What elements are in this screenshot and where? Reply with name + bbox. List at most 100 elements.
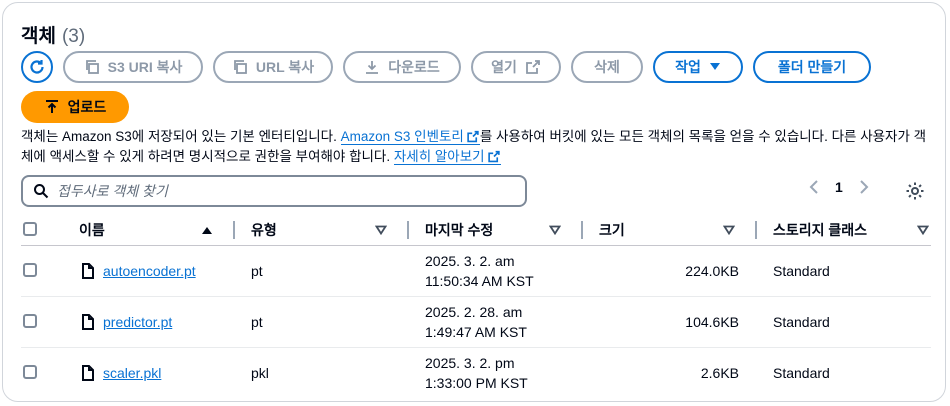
column-divider[interactable] — [223, 221, 235, 239]
name-cell: predictor.pt — [63, 296, 235, 348]
modified-cell: 2025. 2. 28. am 1:49:47 AM KST — [409, 296, 583, 348]
copy-url-button[interactable]: URL 복사 — [213, 51, 333, 83]
size-cell: 224.0KB — [583, 245, 757, 297]
column-divider[interactable] — [397, 221, 409, 239]
size-cell: 104.6KB — [583, 296, 757, 348]
upload-label: 업로드 — [67, 99, 107, 115]
row-checkbox[interactable] — [23, 364, 37, 379]
actions-dropdown[interactable]: 작업 — [653, 51, 743, 83]
modified-time: 1:49:47 AM KST — [425, 324, 527, 340]
column-header-size[interactable]: 크기 — [583, 215, 757, 246]
column-header-storage-class[interactable]: 스토리지 클래스 — [757, 215, 931, 246]
sort-icon — [917, 225, 929, 235]
column-divider[interactable] — [571, 221, 583, 239]
column-header-modified[interactable]: 마지막 수정 — [409, 215, 583, 246]
modified-date: 2025. 2. 28. am — [425, 304, 523, 320]
row-select-cell — [21, 245, 63, 297]
pagination: 1 — [809, 179, 869, 195]
external-link-icon — [525, 60, 540, 74]
table-row[interactable]: autoencoder.pt pt 2025. 3. 2. am 11:50:34… — [21, 245, 931, 297]
objects-table: 이름 유형 마지막 수정 크기 스토리지 클래스 autoencoder.pt … — [21, 215, 931, 399]
current-page[interactable]: 1 — [835, 179, 843, 195]
column-name-label: 이름 — [79, 222, 105, 238]
search-icon — [34, 184, 49, 199]
learn-more-label: 자세히 알아보기 — [393, 149, 485, 164]
inventory-link-label: Amazon S3 인벤토리 — [340, 129, 464, 144]
create-folder-button[interactable]: 폴더 만들기 — [753, 51, 871, 83]
column-divider[interactable] — [745, 221, 757, 239]
size-cell: 2.6KB — [700, 365, 739, 382]
search-box — [21, 175, 527, 207]
caret-down-icon — [709, 63, 720, 70]
upload-icon — [45, 100, 58, 113]
table-row[interactable]: scaler.pkl pkl 2025. 3. 2. pm 1:33:00 PM … — [21, 348, 931, 399]
object-link[interactable]: scaler.pkl — [103, 365, 161, 381]
actions-label: 작업 — [675, 59, 701, 75]
download-icon — [366, 61, 379, 74]
copy-url-label: URL 복사 — [255, 59, 315, 75]
select-all-cell — [21, 215, 63, 246]
copy-icon — [234, 60, 247, 74]
copy-icon — [85, 60, 99, 74]
column-header-name[interactable]: 이름 — [63, 215, 235, 246]
learn-more-link[interactable]: 자세히 알아보기 — [393, 149, 501, 165]
row-checkbox[interactable] — [23, 313, 37, 328]
file-icon — [82, 263, 94, 279]
delete-button[interactable]: 삭제 — [571, 51, 643, 83]
sort-icon — [375, 225, 387, 235]
type-cell: pt — [235, 296, 409, 348]
download-button[interactable]: 다운로드 — [343, 51, 461, 83]
storage-class-cell: Standard — [757, 296, 931, 348]
row-select-cell — [21, 348, 63, 399]
title-label: 객체 — [21, 26, 56, 47]
chevron-left-icon[interactable] — [809, 180, 819, 194]
name-cell: scaler.pkl — [63, 348, 235, 399]
select-all-checkbox[interactable] — [23, 221, 37, 236]
modified-time: 11:50:34 AM KST — [425, 273, 534, 289]
panel-title: 객체 (3) — [21, 21, 85, 48]
modified-time: 1:33:00 PM KST — [425, 375, 528, 392]
gear-icon[interactable] — [905, 181, 925, 201]
refresh-icon — [30, 60, 44, 74]
objects-panel: 객체 (3) S3 URI 복사 URL 복사 다운로드 열기 삭제 작업 폴더… — [2, 2, 946, 402]
column-storage-class-label: 스토리지 클래스 — [773, 222, 868, 238]
chevron-right-icon[interactable] — [859, 180, 869, 194]
type-cell: pkl — [251, 365, 269, 382]
row-select-cell — [21, 296, 63, 348]
copy-s3-uri-label: S3 URI 복사 — [107, 59, 183, 75]
name-cell: autoencoder.pt — [63, 245, 235, 297]
object-link[interactable]: predictor.pt — [103, 314, 172, 330]
delete-label: 삭제 — [594, 59, 620, 75]
search-input[interactable] — [57, 183, 497, 199]
storage-class-cell: Standard — [757, 245, 931, 297]
modified-cell: 2025. 3. 2. pm 1:33:00 PM KST — [409, 348, 583, 399]
sort-icon — [723, 225, 735, 235]
toolbar: S3 URI 복사 URL 복사 다운로드 열기 삭제 작업 폴더 만들기 — [21, 51, 871, 83]
column-size-label: 크기 — [599, 222, 625, 238]
modified-cell: 2025. 3. 2. am 11:50:34 AM KST — [409, 245, 583, 297]
open-button[interactable]: 열기 — [471, 51, 561, 83]
object-link[interactable]: autoencoder.pt — [103, 263, 196, 279]
column-type-label: 유형 — [251, 222, 277, 238]
external-link-icon — [487, 150, 500, 163]
modified-date: 2025. 3. 2. am — [425, 253, 515, 269]
copy-s3-uri-button[interactable]: S3 URI 복사 — [63, 51, 203, 83]
sort-ascending-icon — [202, 227, 212, 234]
file-icon — [82, 365, 94, 382]
table-row[interactable]: predictor.pt pt 2025. 2. 28. am 1:49:47 A… — [21, 296, 931, 348]
inventory-link[interactable]: Amazon S3 인벤토리 — [340, 129, 480, 145]
column-modified-label: 마지막 수정 — [425, 222, 494, 238]
file-icon — [82, 314, 94, 330]
create-folder-label: 폴더 만들기 — [777, 59, 847, 75]
column-header-type[interactable]: 유형 — [235, 215, 409, 246]
type-cell: pt — [235, 245, 409, 297]
refresh-button[interactable] — [21, 51, 53, 83]
row-checkbox[interactable] — [23, 262, 37, 277]
open-label: 열기 — [491, 59, 517, 75]
upload-button[interactable]: 업로드 — [21, 91, 129, 123]
objects-description: 객체는 Amazon S3에 저장되어 있는 기본 엔터티입니다. Amazon… — [21, 127, 933, 167]
external-link-icon — [467, 130, 479, 143]
modified-date: 2025. 3. 2. pm — [425, 355, 515, 372]
object-count: (3) — [61, 26, 86, 47]
table-header-row: 이름 유형 마지막 수정 크기 스토리지 클래스 — [21, 215, 931, 246]
